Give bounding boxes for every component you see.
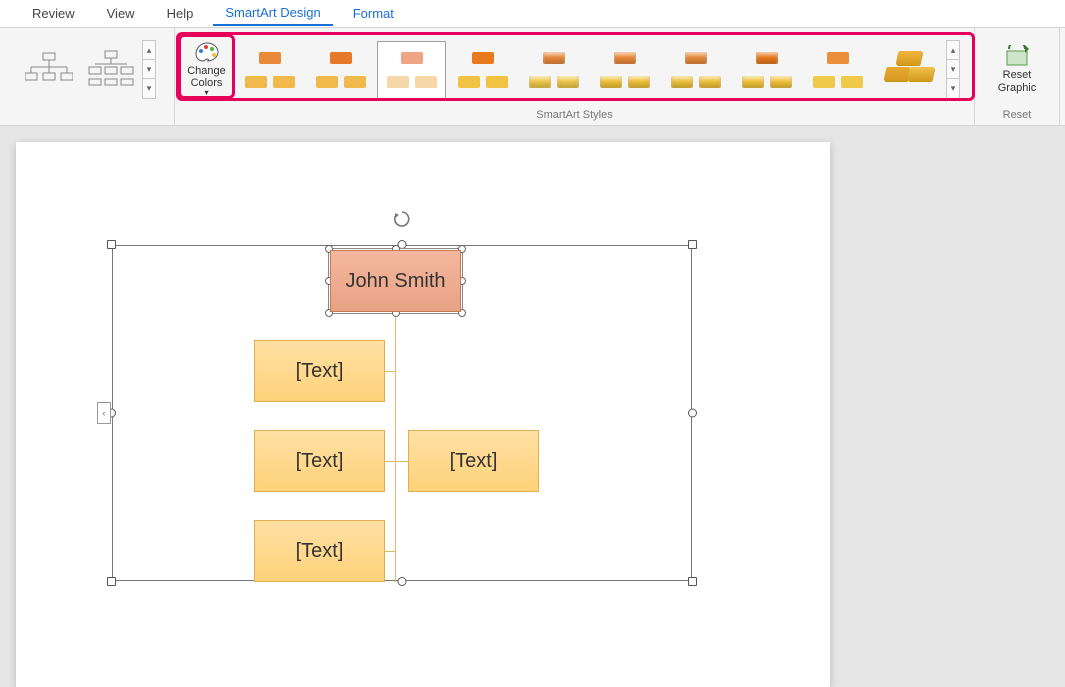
connector-line <box>395 312 396 582</box>
resize-handle-mr[interactable] <box>688 409 697 418</box>
styles-gallery <box>234 41 944 99</box>
org-sub-text: [Text] <box>296 450 344 473</box>
resize-handle-bm[interactable] <box>398 577 407 586</box>
resize-handle-tl[interactable] <box>107 240 116 249</box>
org-sub-node-2[interactable]: [Text] <box>254 430 385 492</box>
smartart-styles-group: Change Colors ▾ ▴ ▾ ▾ SmartArt Styles <box>175 28 975 125</box>
tab-review[interactable]: Review <box>20 2 87 25</box>
change-colors-button[interactable]: Change Colors ▾ <box>179 37 234 102</box>
style-option-6[interactable] <box>590 41 659 99</box>
layouts-group: ▴ ▾ ▾ <box>0 28 175 125</box>
chevron-down-icon: ▾ <box>204 89 208 98</box>
style-option-4[interactable] <box>448 41 517 99</box>
page[interactable]: ‹ John Smith [Text <box>16 142 830 687</box>
org-root-text: John Smith <box>345 270 445 293</box>
document-canvas: ‹ John Smith [Text <box>0 126 1065 687</box>
resize-handle-tr[interactable] <box>688 240 697 249</box>
tab-format[interactable]: Format <box>341 2 406 25</box>
layouts-gallery: ▴ ▾ ▾ <box>18 40 156 99</box>
style-option-2[interactable] <box>306 41 375 99</box>
tab-bar: Review View Help SmartArt Design Format <box>0 0 1065 28</box>
org-sub-node-3[interactable]: [Text] <box>254 520 385 582</box>
layouts-group-label <box>0 107 174 125</box>
style-option-9[interactable] <box>803 41 872 99</box>
rotate-handle[interactable] <box>392 209 412 229</box>
connector-line <box>395 461 408 462</box>
org-sub-text: [Text] <box>450 450 498 473</box>
style-option-3[interactable] <box>377 41 446 99</box>
style-option-1[interactable] <box>235 41 304 99</box>
styles-group-label: SmartArt Styles <box>175 107 974 125</box>
org-root-node[interactable]: John Smith <box>330 250 461 312</box>
org-sub-node-4[interactable]: [Text] <box>408 430 539 492</box>
styles-up-button[interactable]: ▴ <box>947 41 959 60</box>
text-pane-toggle[interactable]: ‹ <box>97 402 111 424</box>
rotate-icon <box>392 209 412 229</box>
chevron-left-icon: ‹ <box>103 408 106 418</box>
tab-smartart-design[interactable]: SmartArt Design <box>213 1 332 26</box>
reset-group-label: Reset <box>975 107 1059 125</box>
org-chart-icon <box>87 49 135 89</box>
org-sub-text: [Text] <box>296 360 344 383</box>
reset-graphic-icon <box>1003 45 1031 69</box>
reset-group: Reset Graphic Reset <box>975 28 1060 125</box>
tab-help[interactable]: Help <box>155 2 206 25</box>
style-option-3d[interactable] <box>874 41 943 99</box>
palette-icon <box>194 41 220 63</box>
style-option-8[interactable] <box>732 41 801 99</box>
org-chart-icon <box>25 49 73 89</box>
layouts-scroll: ▴ ▾ ▾ <box>142 40 156 99</box>
resize-handle-br[interactable] <box>688 577 697 586</box>
reset-graphic-button[interactable]: Reset Graphic <box>987 42 1047 98</box>
styles-more-button[interactable]: ▾ <box>947 79 959 98</box>
tab-view[interactable]: View <box>95 2 147 25</box>
org-sub-text: [Text] <box>296 540 344 563</box>
ribbon: ▴ ▾ ▾ Change Colors ▾ <box>0 28 1065 126</box>
layouts-up-button[interactable]: ▴ <box>143 41 155 60</box>
style-option-5[interactable] <box>519 41 588 99</box>
smartart-container[interactable]: ‹ John Smith [Text <box>112 245 692 581</box>
connector-line <box>385 371 396 372</box>
resize-handle-bl[interactable] <box>107 577 116 586</box>
styles-scroll: ▴ ▾ ▾ <box>946 40 960 99</box>
org-sub-node-1[interactable]: [Text] <box>254 340 385 402</box>
layout-option-1[interactable] <box>18 40 80 98</box>
layout-option-2[interactable] <box>80 40 142 98</box>
connector-line <box>385 551 396 552</box>
reset-graphic-label: Reset Graphic <box>987 69 1047 93</box>
style-option-7[interactable] <box>661 41 730 99</box>
styles-down-button[interactable]: ▾ <box>947 60 959 79</box>
change-colors-label: Change Colors <box>179 65 234 89</box>
layouts-more-button[interactable]: ▾ <box>143 79 155 98</box>
layouts-down-button[interactable]: ▾ <box>143 60 155 79</box>
